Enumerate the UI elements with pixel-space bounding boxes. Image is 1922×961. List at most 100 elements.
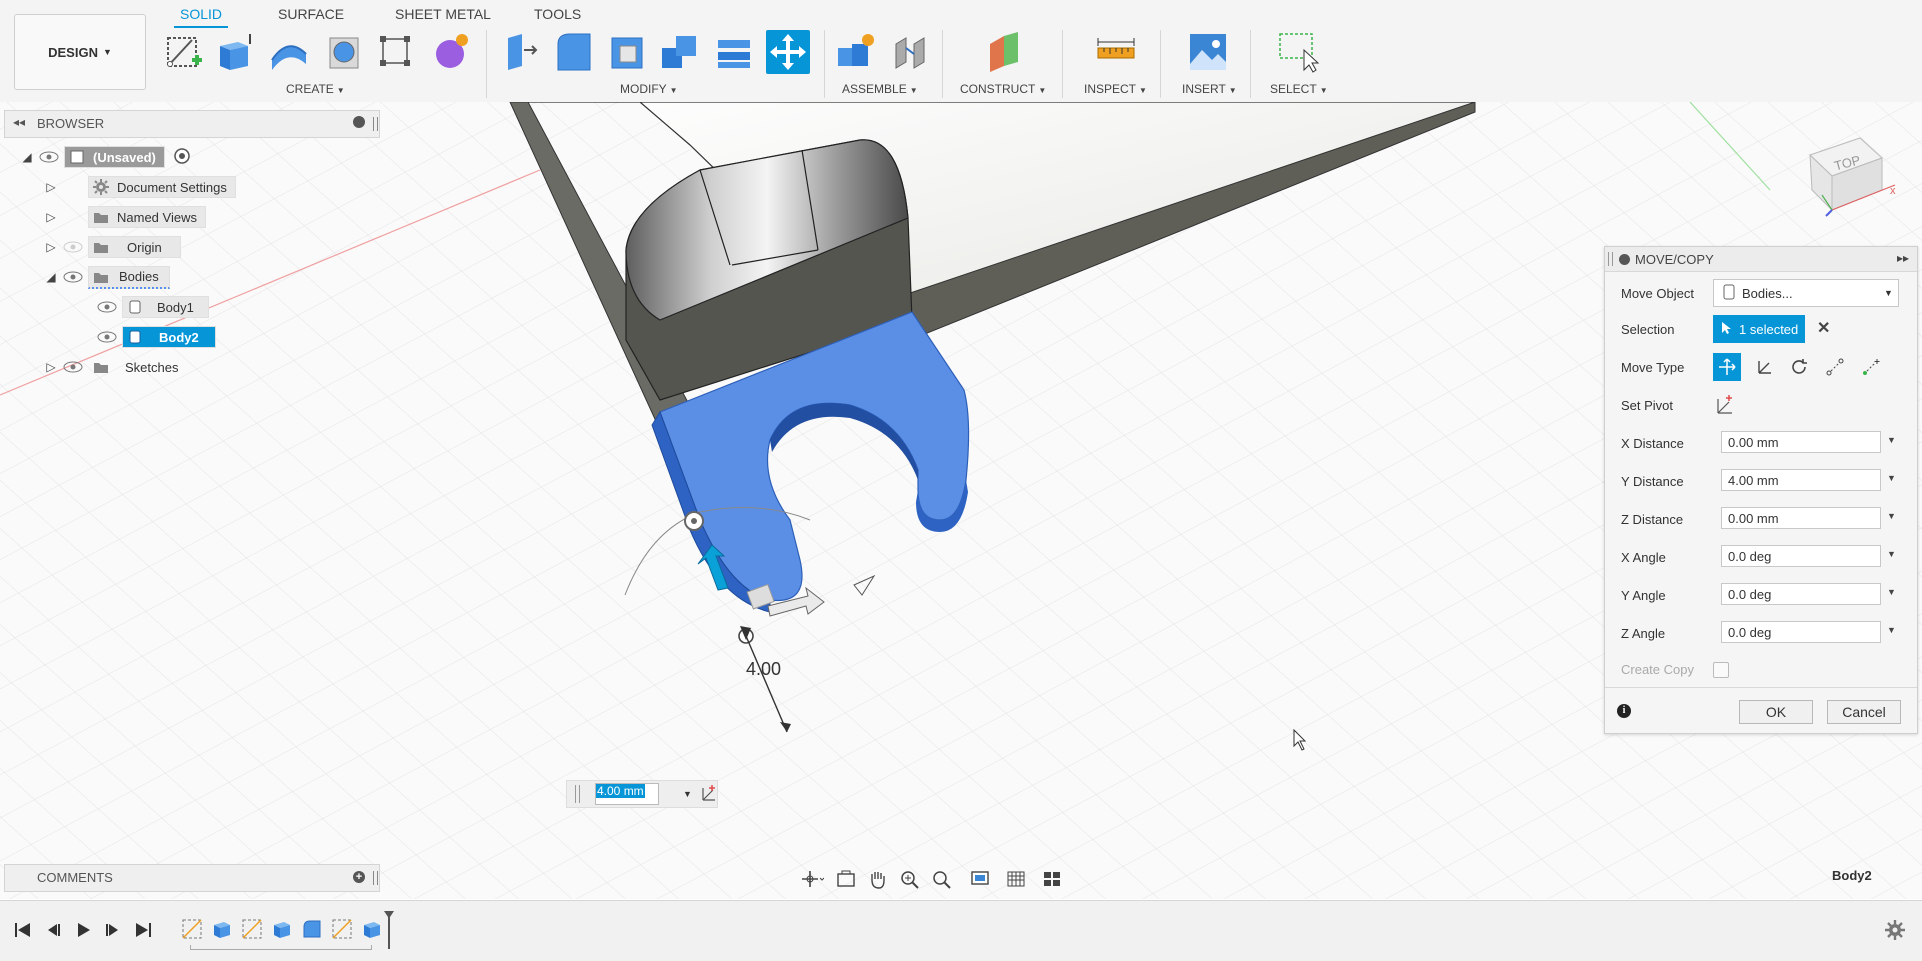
inspect-menu[interactable]: INSPECT ▼ <box>1084 82 1147 96</box>
new-component-icon[interactable] <box>834 30 878 74</box>
hole-icon[interactable] <box>322 30 366 74</box>
set-pivot-icon[interactable] <box>1715 395 1735 415</box>
chevron-down-icon[interactable]: ▼ <box>1887 549 1896 559</box>
expand-triangle-icon[interactable]: ▷ <box>44 360 58 374</box>
workspace-dropdown[interactable]: DESIGN ▼ <box>14 14 146 90</box>
tree-item-named-views[interactable]: ▷ Named Views <box>44 204 236 230</box>
ok-button[interactable]: OK <box>1739 700 1813 724</box>
clear-selection-icon[interactable]: ✕ <box>1817 318 1830 338</box>
play-icon[interactable] <box>72 919 94 941</box>
chevron-down-icon[interactable]: ▼ <box>683 789 692 799</box>
tree-item-document-settings[interactable]: ▷ Document Settings <box>44 174 236 200</box>
split-body-icon[interactable] <box>712 30 756 74</box>
activate-radio-icon[interactable] <box>173 147 191 168</box>
collapse-triangle-icon[interactable]: ◢ <box>20 150 34 164</box>
timeline-sketch-icon[interactable] <box>180 917 204 941</box>
tree-item-sketches[interactable]: ▷ Sketches <box>44 354 236 380</box>
eye-icon[interactable] <box>96 300 118 314</box>
create-sketch-icon[interactable] <box>162 30 206 74</box>
offset-plane-icon[interactable] <box>982 30 1026 74</box>
drag-handle[interactable] <box>1608 252 1613 266</box>
y-angle-input[interactable]: 0.0 deg <box>1721 583 1881 605</box>
timeline-extrude-icon[interactable] <box>270 917 294 941</box>
selection-button[interactable]: 1 selected <box>1713 315 1805 343</box>
expand-triangle-icon[interactable]: ▷ <box>44 180 58 194</box>
look-at-icon[interactable] <box>834 868 858 890</box>
tab-solid[interactable]: SOLID <box>174 4 229 28</box>
press-pull-icon[interactable] <box>498 30 542 74</box>
extrude-icon[interactable] <box>212 30 256 74</box>
step-back-icon[interactable] <box>42 919 64 941</box>
chevron-down-icon[interactable]: ▼ <box>1887 625 1896 635</box>
node-named-views[interactable]: Named Views <box>88 206 206 228</box>
create-menu[interactable]: CREATE ▼ <box>286 82 345 96</box>
add-comment-icon[interactable]: + <box>353 871 365 883</box>
node-origin[interactable]: Origin <box>88 236 181 258</box>
joint-icon[interactable] <box>888 30 932 74</box>
point-to-point-icon[interactable] <box>1821 353 1849 381</box>
eye-hidden-icon[interactable] <box>62 240 84 254</box>
go-to-end-icon[interactable] <box>132 919 154 941</box>
tree-item-body1[interactable]: Body1 <box>92 294 236 320</box>
revolve-icon[interactable] <box>266 30 310 74</box>
root-node[interactable]: (Unsaved) <box>64 146 165 168</box>
timeline-extrude-icon[interactable] <box>210 917 234 941</box>
eye-icon[interactable] <box>96 330 118 344</box>
dialog-collapse-icon[interactable] <box>1619 254 1630 265</box>
select-menu[interactable]: SELECT ▼ <box>1270 82 1328 96</box>
node-sketches[interactable]: Sketches <box>88 356 195 378</box>
eye-icon[interactable] <box>62 270 84 284</box>
point-to-position-icon[interactable] <box>1857 353 1885 381</box>
viewports-icon[interactable] <box>1042 868 1066 890</box>
pin-icon[interactable] <box>373 117 378 131</box>
tab-sheet-metal[interactable]: SHEET METAL <box>389 4 497 26</box>
expand-dialog-icon[interactable]: ▸▸ <box>1897 251 1909 265</box>
construct-menu[interactable]: CONSTRUCT ▼ <box>960 82 1046 96</box>
display-settings-icon[interactable] <box>970 868 994 890</box>
rotate-icon[interactable] <box>1785 353 1813 381</box>
z-angle-input[interactable]: 0.0 deg <box>1721 621 1881 643</box>
pan-hand-icon[interactable] <box>866 868 890 890</box>
orbit-icon[interactable] <box>800 868 825 890</box>
zoom-icon[interactable] <box>898 868 922 890</box>
y-distance-input[interactable]: 4.00 mm <box>1721 469 1881 491</box>
shell-icon[interactable] <box>606 30 650 74</box>
node-bodies[interactable]: Bodies <box>88 265 170 289</box>
tree-root[interactable]: ◢ (Unsaved) <box>20 144 236 170</box>
timeline-settings-gear-icon[interactable] <box>1884 919 1906 941</box>
insert-menu[interactable]: INSERT ▼ <box>1182 82 1237 96</box>
tree-item-bodies[interactable]: ◢ Bodies <box>44 264 236 290</box>
distance-input[interactable]: 4.00 mm <box>595 783 659 805</box>
tree-item-origin[interactable]: ▷ Origin <box>44 234 236 260</box>
dialog-header[interactable]: MOVE/COPY ▸▸ <box>1605 247 1917 272</box>
create-copy-checkbox[interactable] <box>1713 662 1729 678</box>
chevron-down-icon[interactable]: ▼ <box>1887 473 1896 483</box>
x-distance-input[interactable]: 0.00 mm <box>1721 431 1881 453</box>
minimize-icon[interactable] <box>353 116 365 128</box>
expand-triangle-icon[interactable]: ▷ <box>44 210 58 224</box>
measure-icon[interactable] <box>1094 30 1138 74</box>
info-icon[interactable]: i <box>1617 704 1631 718</box>
move-object-select[interactable]: Bodies... ▼ <box>1713 279 1899 307</box>
eye-icon[interactable] <box>38 150 60 164</box>
tab-tools[interactable]: TOOLS <box>528 4 587 26</box>
chevron-down-icon[interactable]: ▼ <box>1887 587 1896 597</box>
timeline-fillet-icon[interactable] <box>300 917 324 941</box>
fit-icon[interactable] <box>930 868 954 890</box>
expand-triangle-icon[interactable]: ▷ <box>44 240 58 254</box>
go-to-start-icon[interactable] <box>12 919 34 941</box>
eye-icon[interactable] <box>62 360 84 374</box>
step-forward-icon[interactable] <box>102 919 124 941</box>
free-move-icon[interactable] <box>1713 353 1741 381</box>
window-select-icon[interactable] <box>1276 30 1320 74</box>
node-body2[interactable]: Body2 <box>122 326 216 348</box>
tree-item-body2[interactable]: Body2 <box>92 324 236 350</box>
chevron-down-icon[interactable]: ▼ <box>1887 511 1896 521</box>
pin-icon[interactable] <box>373 871 378 885</box>
x-angle-input[interactable]: 0.0 deg <box>1721 545 1881 567</box>
comments-panel-header[interactable]: COMMENTS + <box>4 864 380 892</box>
modify-menu[interactable]: MODIFY ▼ <box>620 82 678 96</box>
collapse-triangle-icon[interactable]: ◢ <box>44 270 58 284</box>
pivot-icon[interactable] <box>699 785 717 803</box>
pattern-icon[interactable] <box>374 30 418 74</box>
